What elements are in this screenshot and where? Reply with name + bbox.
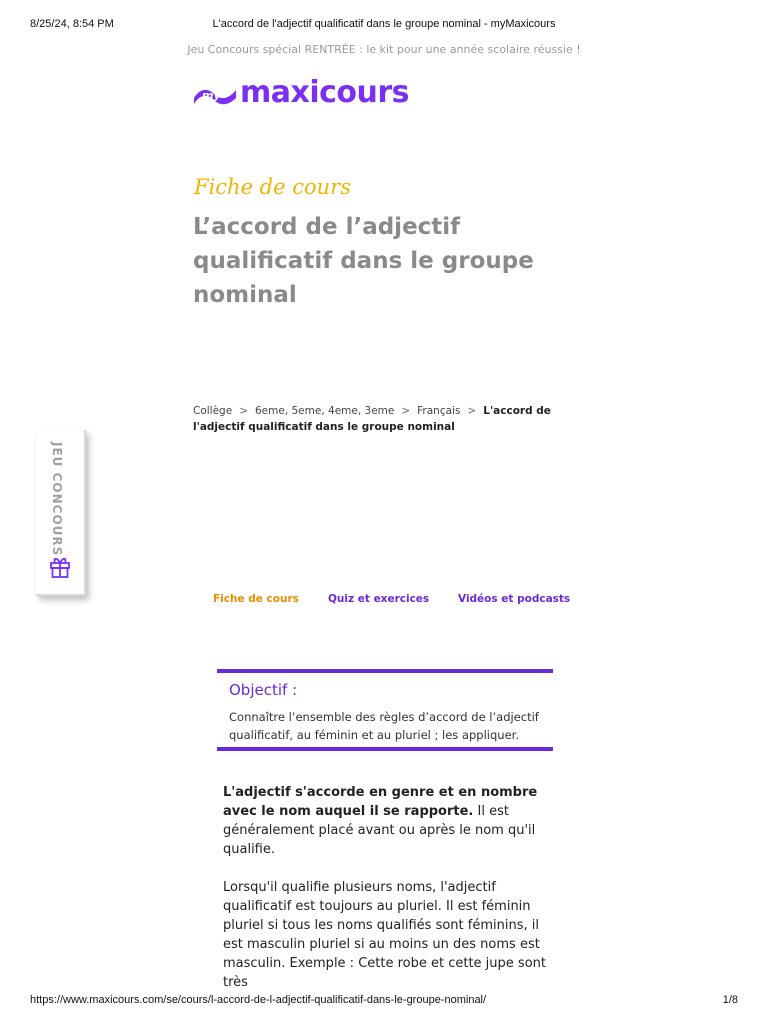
gift-icon: [49, 554, 71, 582]
promo-banner[interactable]: Jeu Concours spécial RENTRÉE : le kit po…: [0, 43, 768, 56]
jeu-concours-label: JEU CONCOURS: [50, 442, 64, 557]
maxicours-logo[interactable]: my maxicours: [192, 70, 410, 110]
objectif-box: Objectif : Connaître l’ensemble des règl…: [217, 669, 553, 751]
print-page-number: 1/8: [722, 994, 738, 1006]
page-category-label: Fiche de cours: [194, 175, 351, 199]
paragraph-1: L'adjectif s'accorde en genre et en nomb…: [223, 783, 553, 859]
breadcrumb-item-francais[interactable]: Français: [417, 405, 460, 417]
page-title: L’accord de l’adjectif qualificatif dans…: [193, 214, 534, 308]
objectif-title: Objectif :: [229, 681, 298, 699]
print-header: 8/25/24, 8:54 PM L'accord de l'adjectif …: [30, 18, 738, 34]
lesson-content: L'adjectif s'accorde en genre et en nomb…: [223, 783, 553, 1011]
logo-brand: maxicours: [240, 75, 410, 110]
jeu-concours-tab[interactable]: JEU CONCOURS: [36, 430, 86, 596]
breadcrumb-separator: >: [401, 405, 411, 417]
breadcrumb-separator: >: [467, 405, 477, 417]
content-tabs: Fiche de cours Quiz et exercices Vidéos …: [213, 593, 573, 609]
print-url: https://www.maxicours.com/se/cours/l-acc…: [30, 994, 487, 1006]
tab-quiz-exercices[interactable]: Quiz et exercices: [328, 593, 429, 605]
tab-videos-podcasts[interactable]: Vidéos et podcasts: [458, 593, 570, 605]
print-page-title: L'accord de l'adjectif qualificatif dans…: [212, 18, 556, 30]
objectif-text: Connaître l’ensemble des règles d’accord…: [229, 710, 539, 742]
breadcrumb-item-college[interactable]: Collège: [193, 405, 232, 417]
breadcrumb-separator: >: [239, 405, 248, 417]
tab-fiche-de-cours[interactable]: Fiche de cours: [213, 593, 299, 605]
breadcrumb: Collège >6eme, 5eme, 4eme, 3eme > Français >…: [193, 403, 573, 435]
paragraph-2: Lorsqu'il qualifie plusieurs noms, l'adj…: [223, 880, 546, 990]
logo-prefix: my: [202, 89, 221, 102]
my-logo-mark: my: [192, 80, 238, 110]
print-footer: https://www.maxicours.com/se/cours/l-acc…: [30, 994, 738, 1010]
breadcrumb-item-levels[interactable]: 6eme, 5eme, 4eme, 3eme: [255, 405, 394, 417]
